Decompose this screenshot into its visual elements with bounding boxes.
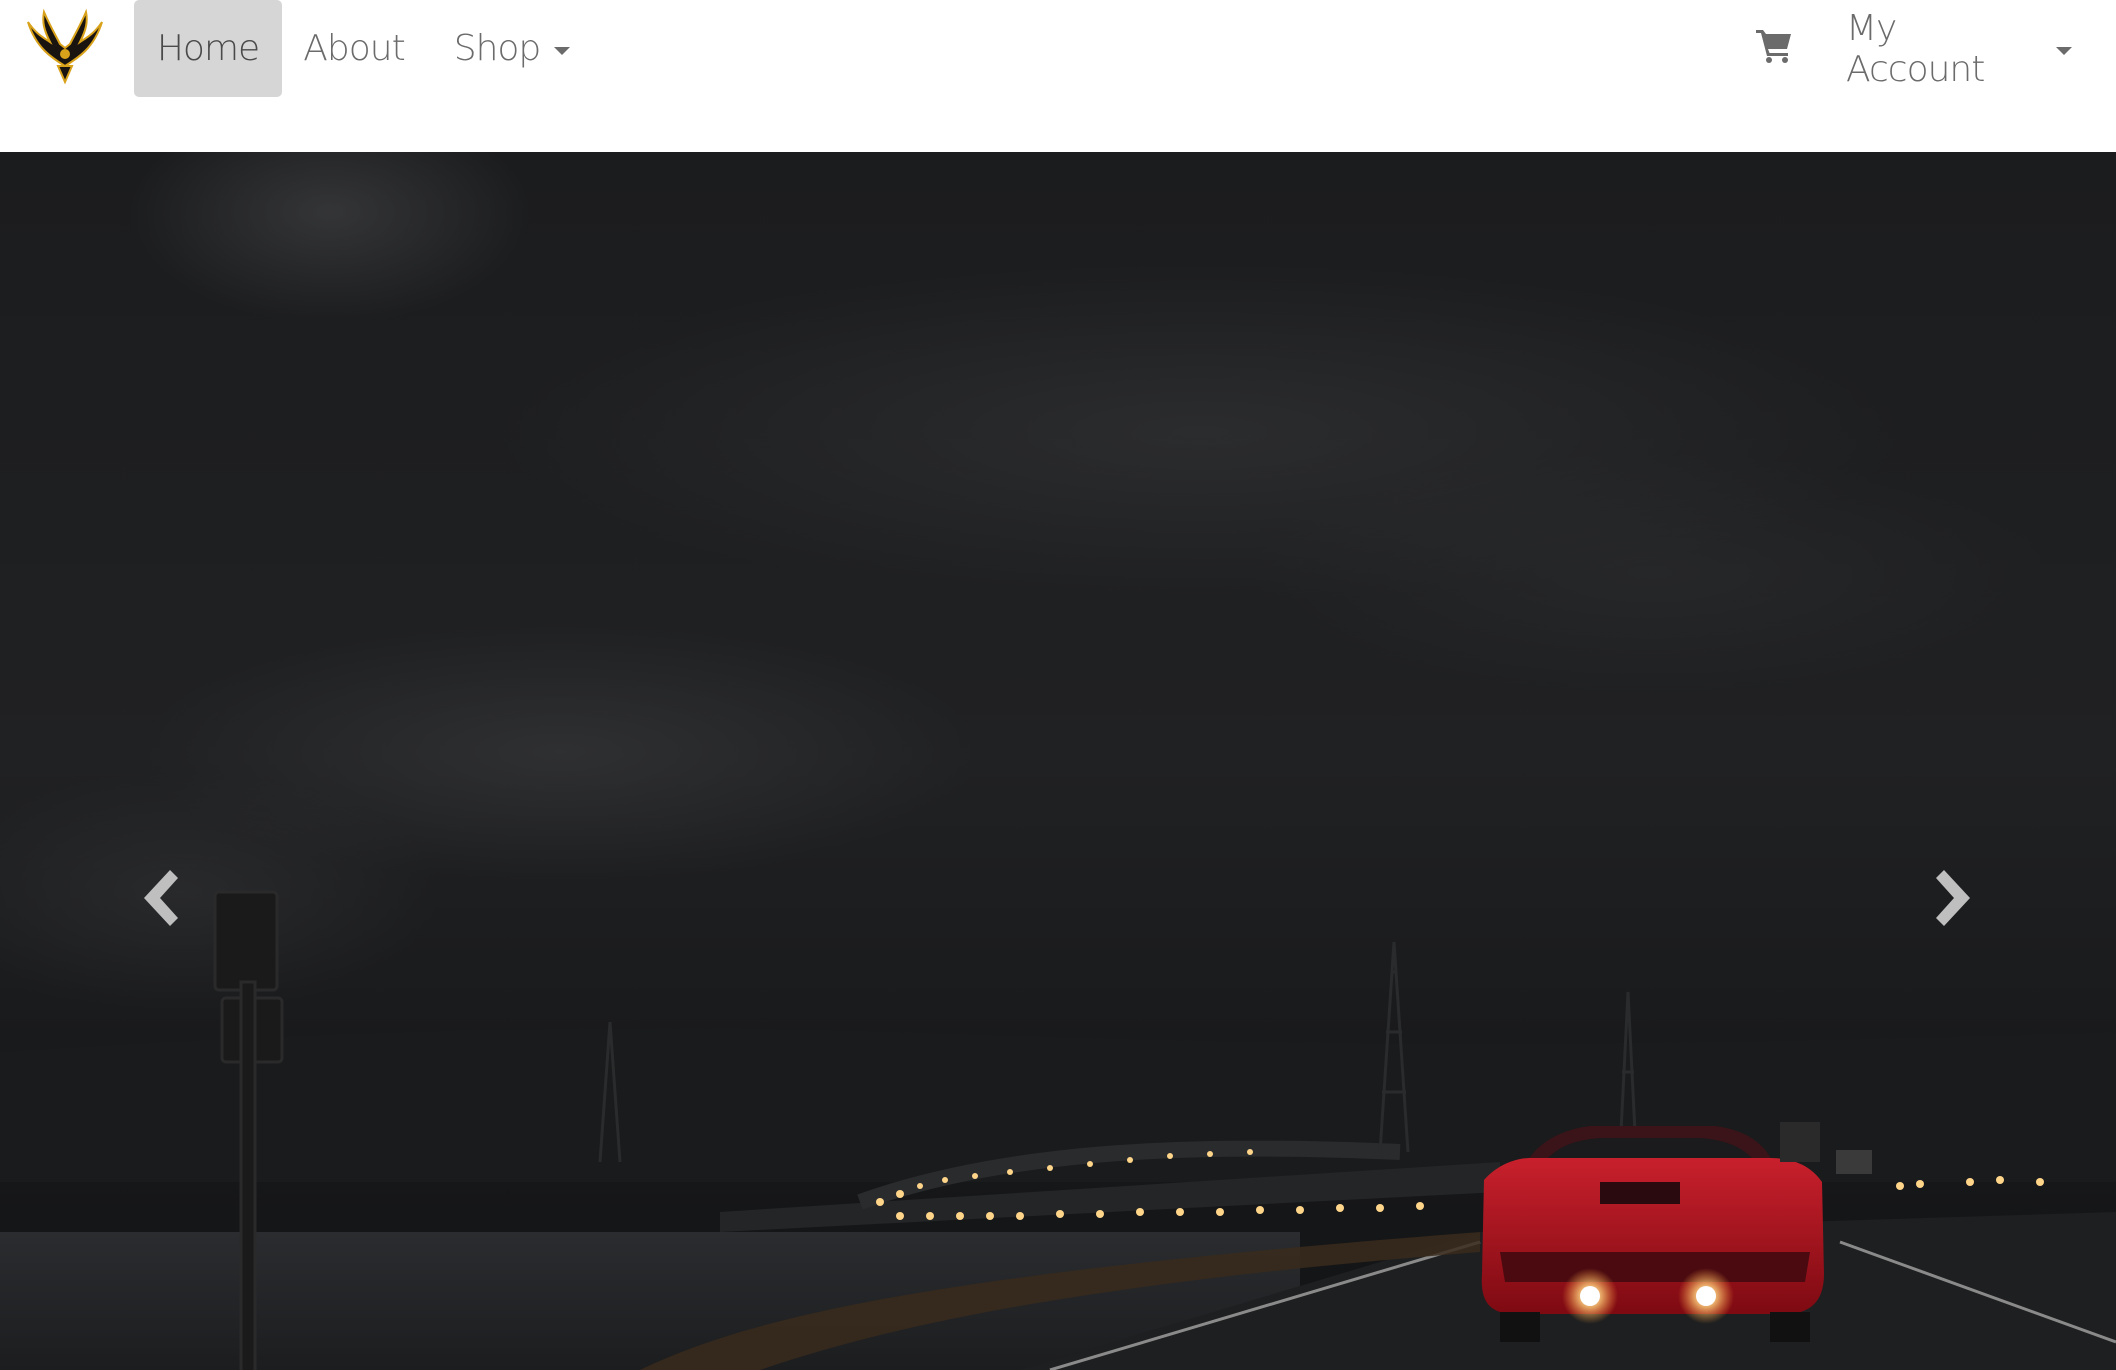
my-account-dropdown[interactable]: My Account [1846, 0, 2072, 97]
nav-about-label: About [303, 28, 405, 69]
firebird-logo-icon[interactable] [22, 8, 108, 88]
shopping-cart-icon[interactable] [1754, 24, 1802, 72]
carousel-prev-button[interactable] [120, 858, 200, 938]
my-account-label: My Account [1846, 7, 1985, 90]
nav-home-label: Home [156, 28, 260, 69]
carousel-next-button[interactable] [1914, 858, 1994, 938]
nav-shop-dropdown[interactable]: Shop [442, 0, 582, 97]
chevron-left-icon [144, 870, 178, 926]
nav-home[interactable]: Home [134, 0, 282, 97]
car [1481, 1126, 1824, 1342]
chevron-right-icon [1936, 870, 1970, 926]
caret-down-icon [2056, 46, 2072, 55]
navbar: Home About Shop My Account [0, 0, 2116, 152]
hero-carousel [0, 152, 2116, 1370]
nav-shop-label: Shop [453, 28, 542, 69]
carousel-slide-image [0, 152, 2116, 1370]
caret-down-icon [554, 46, 571, 55]
nav-about[interactable]: About [298, 0, 410, 97]
